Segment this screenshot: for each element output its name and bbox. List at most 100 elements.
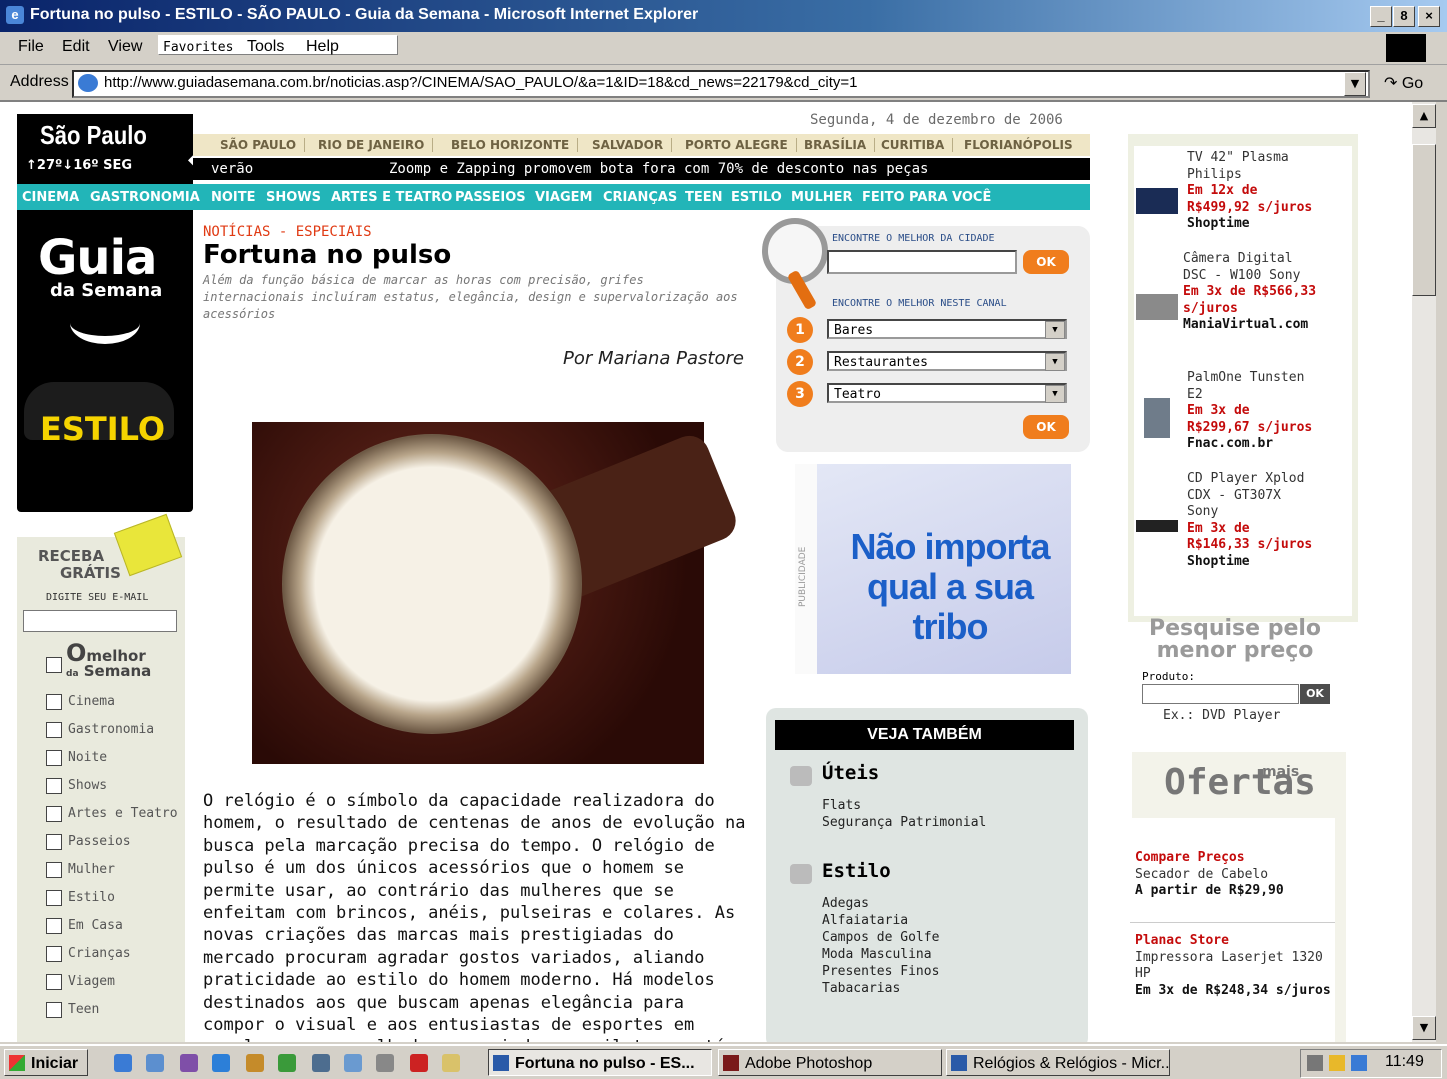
search-city-ok-button[interactable]: OK — [1023, 250, 1069, 274]
task-photoshop[interactable]: Adobe Photoshop — [718, 1049, 942, 1076]
nav-criancas[interactable]: CRIANÇAS — [603, 190, 677, 205]
checkbox-shows[interactable] — [46, 778, 62, 794]
see-also-link[interactable]: Campos de Golfe — [822, 930, 939, 945]
select-restaurantes[interactable]: Restaurantes ▼ — [827, 351, 1067, 371]
see-also-link[interactable]: Flats — [822, 798, 861, 813]
logo-guia[interactable]: Guia — [38, 230, 157, 286]
see-also-link[interactable]: Presentes Finos — [822, 964, 939, 979]
quicklaunch-app-icon[interactable] — [180, 1054, 198, 1072]
task-relogios[interactable]: Relógios & Relógios - Micr... — [946, 1049, 1170, 1076]
minimize-button[interactable]: _ — [1370, 6, 1392, 27]
nav-shows[interactable]: SHOWS — [266, 190, 321, 205]
nav-mulher[interactable]: MULHER — [791, 190, 853, 205]
checkbox-estilo[interactable] — [46, 890, 62, 906]
product-item[interactable]: PalmOne Tunsten E2 Em 3x de R$299,67 s/j… — [1187, 370, 1317, 453]
quicklaunch-network-icon[interactable] — [312, 1054, 330, 1072]
quicklaunch-ie-icon[interactable] — [212, 1054, 230, 1072]
email-field[interactable] — [23, 610, 177, 632]
scroll-thumb[interactable] — [1412, 144, 1436, 296]
menu-help[interactable]: Help — [306, 38, 339, 56]
tab-curitiba[interactable]: CURITIBA — [881, 138, 954, 152]
checkbox-em-casa[interactable] — [46, 918, 62, 934]
address-input[interactable]: http://www.guiadasemana.com.br/noticias.… — [72, 70, 1370, 98]
checkbox-passeios[interactable] — [46, 834, 62, 850]
checkbox-cinema[interactable] — [46, 694, 62, 710]
checkbox-criancas[interactable] — [46, 946, 62, 962]
offer-item[interactable]: Planac Store Impressora Laserjet 1320 HP… — [1135, 933, 1335, 999]
checkbox-viagem[interactable] — [46, 974, 62, 990]
checkbox-omelhor[interactable] — [46, 657, 62, 673]
tab-salvador[interactable]: SALVADOR — [592, 138, 673, 152]
quicklaunch-media-icon[interactable] — [376, 1054, 394, 1072]
tv-image[interactable] — [1136, 188, 1178, 214]
see-also-link[interactable]: Moda Masculina — [822, 947, 932, 962]
see-also-link[interactable]: Tabacarias — [822, 981, 900, 996]
nav-cinema[interactable]: CINEMA — [22, 190, 79, 205]
nav-gastronomia[interactable]: GASTRONOMIA — [90, 190, 200, 205]
vertical-scrollbar[interactable]: ▲ ▼ — [1412, 102, 1436, 1042]
go-button[interactable]: ↷ Go — [1384, 73, 1423, 93]
quicklaunch-mail-icon[interactable] — [344, 1054, 362, 1072]
see-also-link[interactable]: Segurança Patrimonial — [822, 815, 986, 830]
task-fortuna[interactable]: Fortuna no pulso - ES... — [488, 1049, 712, 1076]
palm-image[interactable] — [1144, 398, 1170, 438]
nav-feito-para-voce[interactable]: FEITO PARA VOCÊ — [862, 190, 991, 205]
quicklaunch-notes-icon[interactable] — [442, 1054, 460, 1072]
camera-image[interactable] — [1136, 294, 1178, 320]
tab-belo-horizonte[interactable]: BELO HORIZONTE — [451, 138, 579, 152]
nav-estilo[interactable]: ESTILO — [731, 190, 782, 205]
menu-edit[interactable]: Edit — [62, 38, 90, 56]
cd-player-image[interactable] — [1136, 520, 1178, 532]
nav-passeios[interactable]: PASSEIOS — [455, 190, 526, 205]
tab-sao-paulo[interactable]: SÃO PAULO — [220, 138, 306, 152]
messenger-icon[interactable] — [1351, 1055, 1367, 1071]
volume-icon[interactable] — [1307, 1055, 1323, 1071]
see-also-link[interactable]: Adegas — [822, 896, 869, 911]
offer-item[interactable]: Compare Preços Secador de Cabelo A parti… — [1135, 850, 1335, 900]
select-teatro[interactable]: Teatro ▼ — [827, 383, 1067, 403]
checkbox-mulher[interactable] — [46, 862, 62, 878]
select-bares[interactable]: Bares ▼ — [827, 319, 1067, 339]
chevron-down-icon[interactable]: ▼ — [1045, 385, 1065, 403]
quicklaunch-folder-icon[interactable] — [246, 1054, 264, 1072]
news-ticker[interactable]: verão Zoomp e Zapping promovem bota fora… — [193, 158, 1090, 180]
quicklaunch-pdf-icon[interactable] — [410, 1054, 428, 1072]
product-item[interactable]: CD Player Xplod CDX - GT307X Sony Em 3x … — [1187, 471, 1317, 570]
checkbox-gastronomia[interactable] — [46, 722, 62, 738]
ticker-text[interactable]: Zoomp e Zapping promovem bota fora com 7… — [389, 161, 928, 177]
chevron-down-icon[interactable]: ▼ — [1045, 321, 1065, 339]
checkbox-artes-e-teatro[interactable] — [46, 806, 62, 822]
close-button[interactable]: × — [1418, 6, 1440, 27]
scroll-down-icon[interactable]: ▼ — [1412, 1016, 1436, 1040]
chevron-down-icon[interactable]: ▼ — [1045, 353, 1065, 371]
address-dropdown-icon[interactable]: ▼ — [1344, 72, 1366, 96]
quicklaunch-search-icon[interactable] — [146, 1054, 164, 1072]
quicklaunch-home-icon[interactable] — [278, 1054, 296, 1072]
tab-brasilia[interactable]: BRASÍLIA — [804, 138, 876, 152]
quicklaunch-desktop-icon[interactable] — [114, 1054, 132, 1072]
search-channel-ok-button[interactable]: OK — [1023, 415, 1069, 439]
city-name[interactable]: São Paulo — [40, 120, 147, 151]
checkbox-noite[interactable] — [46, 750, 62, 766]
tab-porto-alegre[interactable]: PORTO ALEGRE — [685, 138, 797, 152]
menu-tools[interactable]: Tools — [247, 38, 284, 56]
see-also-link[interactable]: Alfaiataria — [822, 913, 908, 928]
product-search-ok-button[interactable]: OK — [1300, 684, 1330, 704]
scroll-up-icon[interactable]: ▲ — [1412, 104, 1436, 128]
product-item[interactable]: TV 42" Plasma Philips Em 12x de R$499,92… — [1187, 150, 1317, 233]
product-item[interactable]: Câmera Digital DSC - W100 Sony Em 3x de … — [1183, 251, 1323, 334]
network-icon[interactable] — [1329, 1055, 1345, 1071]
ad-text[interactable]: Não importa qual a sua tribo — [832, 527, 1068, 647]
nav-noite[interactable]: NOITE — [211, 190, 256, 205]
checkbox-teen[interactable] — [46, 1002, 62, 1018]
tab-florianopolis[interactable]: FLORIANÓPOLIS — [964, 138, 1081, 152]
nav-viagem[interactable]: VIAGEM — [535, 190, 592, 205]
tab-rio-de-janeiro[interactable]: RIO DE JANEIRO — [318, 138, 434, 152]
search-city-input[interactable] — [827, 250, 1017, 274]
product-search-input[interactable] — [1142, 684, 1299, 704]
nav-teen[interactable]: TEEN — [685, 190, 723, 205]
menu-view[interactable]: View — [108, 38, 142, 56]
menu-file[interactable]: File — [18, 38, 44, 56]
start-button[interactable]: Iniciar — [4, 1049, 88, 1076]
nav-artes-e-teatro[interactable]: ARTES E TEATRO — [331, 190, 452, 205]
